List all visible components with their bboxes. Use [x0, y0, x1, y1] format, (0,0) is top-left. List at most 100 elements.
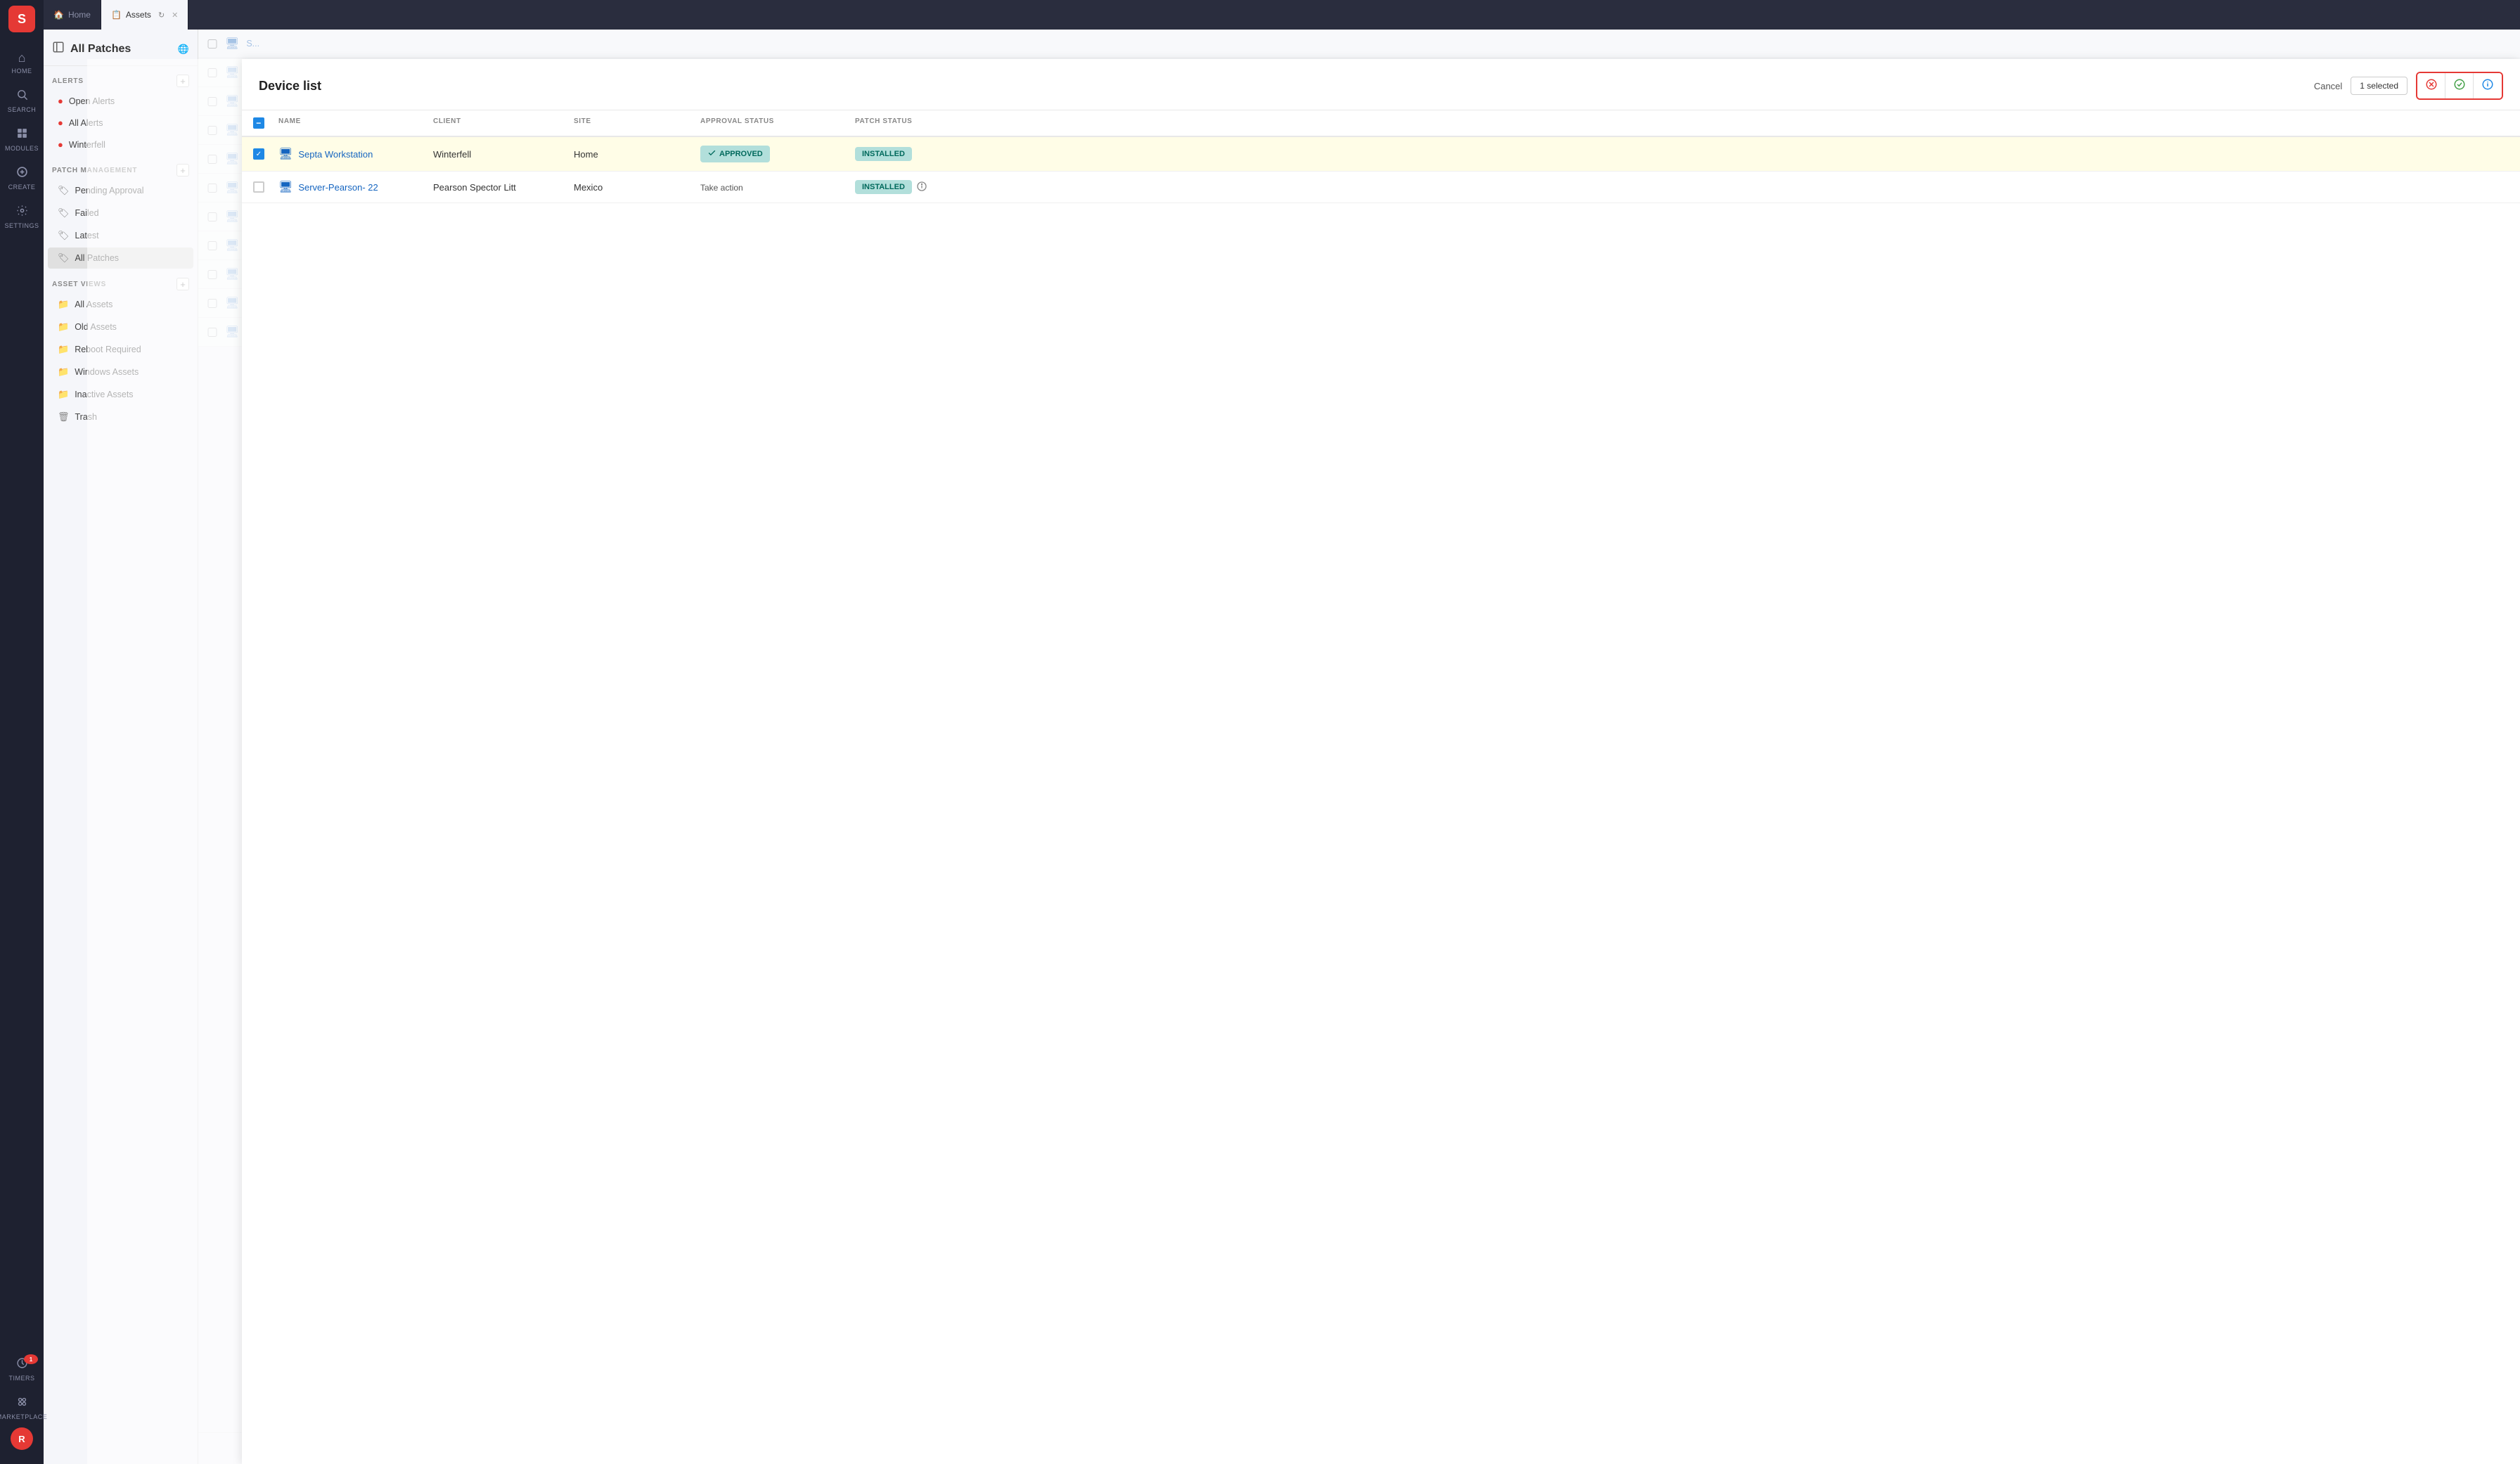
action-info-button[interactable]	[2474, 73, 2502, 98]
row2-approval-cell: Take action	[700, 182, 855, 193]
tab-bar: 🏠 Home 📋 Assets ↻ ✕	[44, 0, 2520, 30]
modal-title: Device list	[259, 79, 321, 94]
all-assets-icon: 📁	[58, 299, 69, 310]
modal-header: Device list Cancel 1 selected	[242, 59, 2520, 110]
reboot-icon: 📁	[58, 344, 69, 355]
table-header: NAME CLIENT SITE APPROVAL STATUS PATCH S…	[242, 110, 2520, 137]
content-area: All Patches 🌐 ALERTS + ● Open Alerts ● A…	[44, 30, 2520, 1464]
search-icon	[16, 89, 28, 104]
modal-header-actions: Cancel 1 selected	[2314, 72, 2503, 100]
app-logo: S	[8, 6, 35, 32]
patch-name: S...	[246, 39, 2512, 49]
nav-label-marketplace: MARKETPLACE	[0, 1413, 47, 1420]
sidebar-item-settings[interactable]: SETTINGS	[0, 198, 44, 236]
modal-panel: Device list Cancel 1 selected	[242, 59, 2520, 1464]
row2-patch-cell: INSTALLED	[855, 180, 996, 194]
col-patch: PATCH STATUS	[855, 117, 996, 129]
row2-info-icon[interactable]	[916, 181, 927, 194]
all-alerts-icon: ●	[58, 117, 63, 128]
avatar[interactable]: R	[11, 1427, 33, 1450]
row2-installed-badge: INSTALLED	[855, 180, 912, 194]
row1-approved-badge: APPROVED	[700, 146, 770, 162]
sidebar-item-marketplace[interactable]: MARKETPLACE	[0, 1389, 44, 1427]
nav-label-settings: SETTINGS	[4, 222, 39, 229]
col-checkbox	[253, 117, 278, 129]
windows-assets-icon: 📁	[58, 366, 69, 378]
sidebar-item-create[interactable]: CREATE	[0, 159, 44, 198]
timer-badge: 1	[24, 1354, 38, 1364]
row1-approval-label: APPROVED	[719, 150, 763, 158]
panel-title: All Patches	[70, 43, 172, 56]
device-icon: 🖥	[225, 37, 239, 51]
home-tab-icon: 🏠	[53, 10, 64, 20]
row2-client: Pearson Spector Litt	[433, 182, 574, 193]
info-icon	[2481, 78, 2494, 94]
nav-label-home: HOME	[12, 68, 32, 75]
approve-icon	[2453, 78, 2466, 94]
row1-device-name[interactable]: Septa Workstation	[298, 149, 373, 160]
sidebar-item-modules[interactable]: MODULES	[0, 120, 44, 159]
row2-checkbox-cell	[253, 181, 278, 193]
row1-installed-badge: INSTALLED	[855, 147, 912, 161]
sidebar-item-home[interactable]: ⌂ HOME	[0, 44, 44, 82]
nav-label-search: SEARCH	[8, 106, 37, 113]
tab-home[interactable]: 🏠 Home	[44, 0, 101, 30]
nav-sidebar: S ⌂ HOME SEARCH MODULES CREATE SETTINGS …	[0, 0, 44, 1464]
assets-tab-label: Assets	[126, 10, 151, 20]
nav-label-create: CREATE	[8, 184, 36, 191]
nav-label-timers: TIMERS	[8, 1375, 34, 1382]
select-all-checkbox[interactable]	[253, 117, 264, 129]
modules-icon	[16, 127, 28, 143]
row2-name-cell: 🖥 Server-Pearson- 22	[278, 180, 433, 194]
col-approval: APPROVAL STATUS	[700, 117, 855, 129]
assets-tab-refresh-icon: ↻	[158, 11, 165, 20]
delete-icon	[2425, 78, 2438, 94]
modal-overlay: Device list Cancel 1 selected	[87, 59, 2520, 1464]
marketplace-icon	[16, 1396, 28, 1411]
assets-tab-icon: 📋	[111, 10, 122, 20]
panel-globe-icon[interactable]: 🌐	[178, 44, 189, 55]
row1-device-icon: 🖥	[278, 147, 292, 161]
selected-badge[interactable]: 1 selected	[2351, 77, 2408, 95]
assets-tab-close[interactable]: ✕	[172, 11, 178, 20]
latest-icon: 🏷	[58, 230, 70, 241]
approved-check-icon	[707, 148, 716, 160]
col-client: CLIENT	[433, 117, 574, 129]
row1-approval-cell: APPROVED	[700, 146, 855, 162]
action-delete-button[interactable]	[2417, 73, 2445, 98]
tab-assets[interactable]: 📋 Assets ↻ ✕	[101, 0, 188, 30]
winterfell-icon: ●	[58, 139, 63, 150]
cancel-button[interactable]: Cancel	[2314, 81, 2342, 91]
row1-patch-cell: INSTALLED	[855, 147, 996, 161]
row1-name-cell: 🖥 Septa Workstation	[278, 147, 433, 161]
device-row: 🖥 Server-Pearson- 22 Pearson Spector Lit…	[242, 172, 2520, 203]
col-extra	[996, 117, 1024, 129]
panel-header-icon	[52, 41, 65, 57]
device-table: NAME CLIENT SITE APPROVAL STATUS PATCH S…	[242, 110, 2520, 1464]
main-area: 🏠 Home 📋 Assets ↻ ✕ All Patches 🌐 ALERTS…	[44, 0, 2520, 1464]
action-approve-button[interactable]	[2445, 73, 2474, 98]
settings-icon	[16, 205, 28, 220]
row1-site: Home	[574, 149, 700, 160]
row1-checkbox-cell	[253, 148, 278, 160]
nav-label-modules: MODULES	[5, 145, 39, 152]
row1-checkbox[interactable]	[253, 148, 264, 160]
home-tab-label: Home	[68, 10, 91, 20]
patch-row: 🖥 S...	[198, 30, 2520, 58]
trash-icon: 🗑	[58, 411, 70, 423]
sidebar-item-timers[interactable]: 1 TIMERS	[0, 1350, 44, 1389]
old-assets-icon: 📁	[58, 321, 69, 333]
row2-device-icon: 🖥	[278, 180, 292, 194]
row2-device-name[interactable]: Server-Pearson- 22	[298, 182, 378, 193]
pending-icon: 🏷	[58, 185, 70, 196]
create-icon	[16, 166, 28, 181]
open-alerts-icon: ●	[58, 96, 63, 106]
row2-site: Mexico	[574, 182, 700, 193]
row1-client: Winterfell	[433, 149, 574, 160]
row2-checkbox[interactable]	[253, 181, 264, 193]
patch-checkbox[interactable]	[207, 39, 218, 49]
col-site: SITE	[574, 117, 700, 129]
sidebar-item-search[interactable]: SEARCH	[0, 82, 44, 120]
action-icons-group	[2416, 72, 2503, 100]
row2-take-action[interactable]: Take action	[700, 183, 743, 193]
